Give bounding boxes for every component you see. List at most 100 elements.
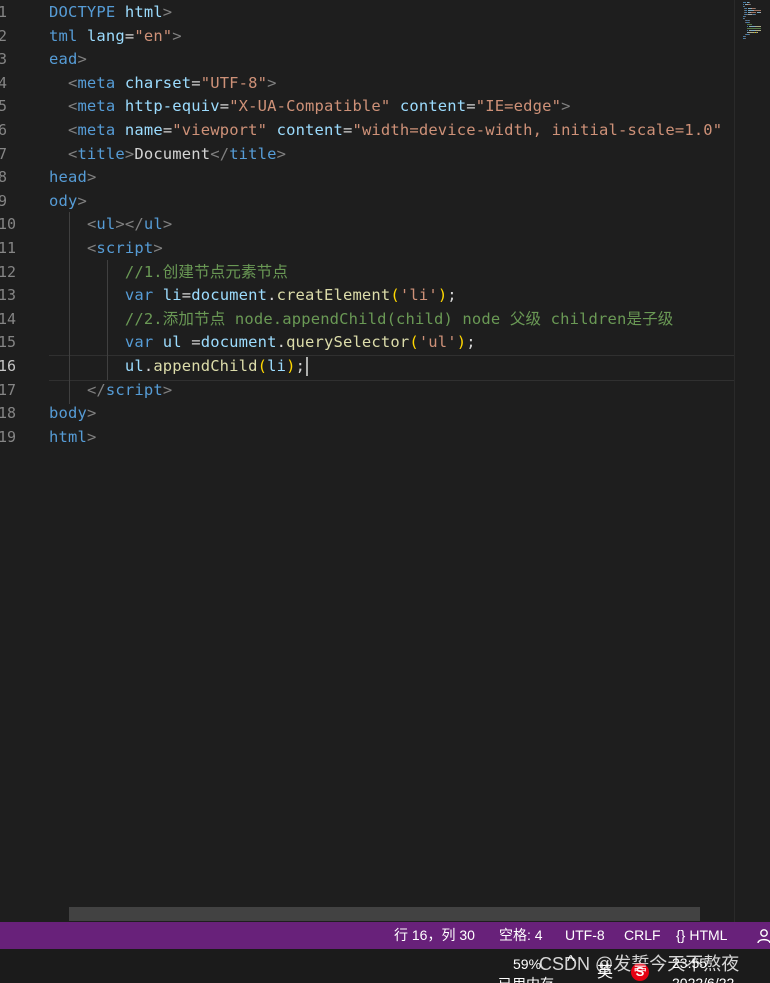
minimap-token <box>745 10 747 11</box>
code-token: ></ <box>115 215 144 234</box>
line-number: 3 <box>0 50 8 69</box>
code-token: ( <box>390 286 400 305</box>
code-line[interactable]: ul.appendChild(li); <box>49 354 309 378</box>
minimap-token <box>750 4 751 5</box>
code-token: body <box>49 404 87 423</box>
code-token: </ <box>86 380 106 399</box>
code-token: tml <box>49 26 78 45</box>
code-token: ( <box>409 333 419 352</box>
code-token: </ <box>210 144 230 163</box>
minimap-token <box>749 20 750 21</box>
code-line[interactable]: <script> <box>49 236 163 260</box>
code-line[interactable]: var ul =document.querySelector('ul'); <box>49 330 476 354</box>
minimap-token <box>756 30 761 31</box>
code-token: "IE=edge" <box>475 97 562 116</box>
minimap-token <box>744 18 745 19</box>
code-token: ul <box>124 357 144 375</box>
minimap-token <box>757 32 758 33</box>
code-line[interactable]: <meta name="viewport" content="width=dev… <box>49 118 722 142</box>
code-token: 'li' <box>399 286 438 305</box>
code-token: charset <box>124 73 192 92</box>
minimap-token <box>743 4 744 5</box>
code-line[interactable]: head> <box>49 165 96 189</box>
code-line[interactable]: //1.创建节点元素节点 <box>49 260 288 284</box>
code-line[interactable]: DOCTYPE html> <box>49 0 172 24</box>
language-mode[interactable]: {} HTML <box>676 922 727 949</box>
code-token: "en" <box>134 26 173 45</box>
watermark-text: CSDN @发誓今天不熬夜 <box>539 954 740 974</box>
code-token: > <box>276 144 287 163</box>
code-token: name <box>124 121 163 139</box>
minimap-token <box>745 38 746 39</box>
code-token: ul <box>162 333 182 352</box>
code-token: > <box>86 427 97 446</box>
code-line[interactable]: <meta charset="UTF-8"> <box>49 71 277 95</box>
minimap-token <box>747 26 748 27</box>
line-number: 14 <box>0 309 17 328</box>
encoding-setting[interactable]: UTF-8 <box>565 922 605 949</box>
code-token: > <box>172 26 182 45</box>
code-token: document <box>191 286 268 305</box>
indentation-setting[interactable]: 空格: 4 <box>499 922 543 949</box>
code-token: script <box>105 380 163 399</box>
code-token: document <box>200 333 277 352</box>
code-token: http-equiv <box>124 97 220 116</box>
minimap[interactable] <box>734 0 770 922</box>
clock-date[interactable]: 2022/6/22 <box>672 975 734 983</box>
code-line[interactable]: tml lang="en"> <box>49 24 182 48</box>
code-area[interactable]: DOCTYPE html> tml lang="en"> ead> <meta ch… <box>49 0 734 922</box>
code-token: = <box>219 97 230 116</box>
code-token: = <box>181 333 201 352</box>
code-line[interactable]: html> <box>49 425 96 449</box>
code-token: = <box>466 97 476 116</box>
code-token: var <box>124 333 154 352</box>
code-line[interactable]: <title>Document</title> <box>49 142 286 166</box>
status-bar: 行 16，列 30 空格: 4 UTF-8 CRLF {} HTML <box>0 922 770 949</box>
code-token: = <box>181 286 192 305</box>
code-token: ody <box>49 191 78 210</box>
code-line[interactable]: <ul></ul> <box>49 212 172 236</box>
braces-icon: {} <box>676 927 686 943</box>
code-token: > <box>153 239 163 257</box>
code-token: ul <box>96 215 116 234</box>
code-token: content <box>276 121 343 139</box>
code-line[interactable]: <meta http-equiv="X-UA-Compatible" conte… <box>49 94 571 118</box>
code-token: ) <box>286 357 296 375</box>
minimap-token <box>754 10 761 11</box>
code-token: content <box>399 97 467 116</box>
minimap-token <box>760 12 761 13</box>
account-button[interactable] <box>757 922 770 949</box>
cursor-position[interactable]: 行 16，列 30 <box>394 922 475 949</box>
code-token: ul <box>143 215 163 234</box>
horizontal-scrollbar[interactable] <box>69 907 700 921</box>
code-token: ; <box>447 286 457 305</box>
line-number: 17 <box>0 380 17 399</box>
eol-setting[interactable]: CRLF <box>624 922 661 949</box>
code-editor[interactable]: 1 2 3 4 5 6 7 8 9 10 11 12 13 14 15 16 17 18 19 DOCTYPE ht… <box>0 0 734 922</box>
code-token: ( <box>257 357 268 375</box>
code-token: . <box>267 286 277 305</box>
code-line[interactable]: //2.添加节点 node.appendChild(child) node 父级… <box>49 307 673 331</box>
code-line[interactable]: </script> <box>49 378 172 402</box>
code-token: > <box>162 215 173 234</box>
code-line[interactable]: var li=document.creatElement('li'); <box>49 283 457 307</box>
code-line[interactable]: body> <box>49 401 96 425</box>
code-token: head <box>49 168 87 187</box>
line-number: 10 <box>0 215 17 234</box>
code-line[interactable]: ody> <box>49 189 87 213</box>
minimap-token <box>755 14 756 15</box>
minimap-token <box>749 34 750 35</box>
language-label: HTML <box>689 927 728 943</box>
code-line[interactable]: ead> <box>49 47 87 71</box>
